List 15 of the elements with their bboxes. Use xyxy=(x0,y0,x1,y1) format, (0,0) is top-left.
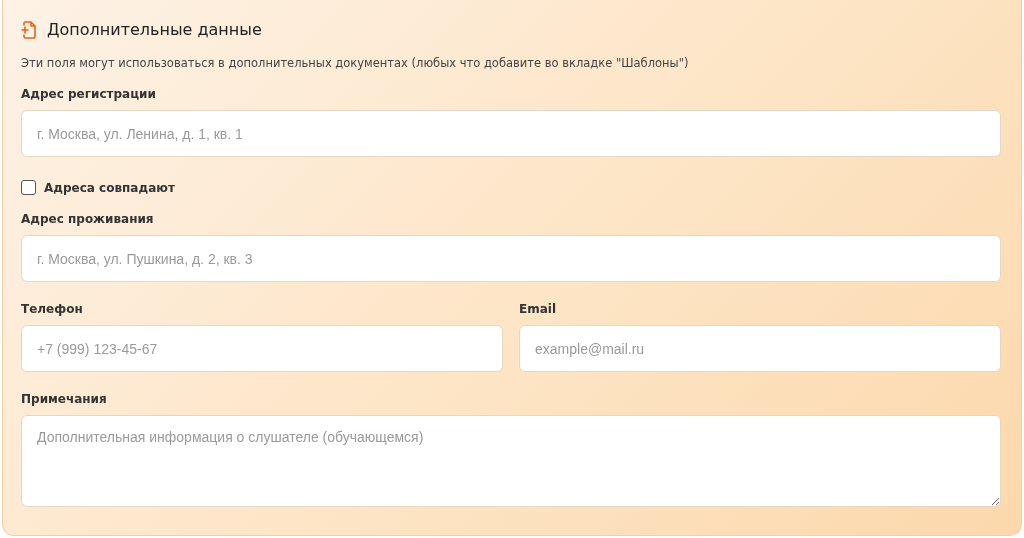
section-title: Дополнительные данные xyxy=(47,20,262,39)
input-field[interactable]: example@mail.ru xyxy=(519,325,1001,372)
field-label: Телефон xyxy=(21,302,83,316)
field-label: Адрес регистрации xyxy=(21,87,156,101)
field-label: Email xyxy=(519,302,557,316)
text-area[interactable]: Дополнительная информация о слушателе (обучающемся) xyxy=(21,415,1001,507)
input-field[interactable]: г. Москва, ул. Ленина, д. 1, кв. 1 xyxy=(21,110,1001,157)
field-label: Адрес проживания xyxy=(21,212,154,226)
checkbox[interactable] xyxy=(21,180,36,195)
input-field[interactable]: г. Москва, ул. Пушкина, д. 2, кв. 3 xyxy=(21,235,1001,282)
checkbox-label[interactable]: Адреса совпадают xyxy=(44,180,175,195)
field-label: Примечания xyxy=(21,392,107,406)
add-document-icon xyxy=(21,20,37,39)
input-field[interactable]: +7 (999) 123-45-67 xyxy=(21,325,503,372)
section-description: Эти поля могут использоваться в дополнительных документах (любых что добавите во вкладке "Шаблоны") xyxy=(21,56,690,70)
